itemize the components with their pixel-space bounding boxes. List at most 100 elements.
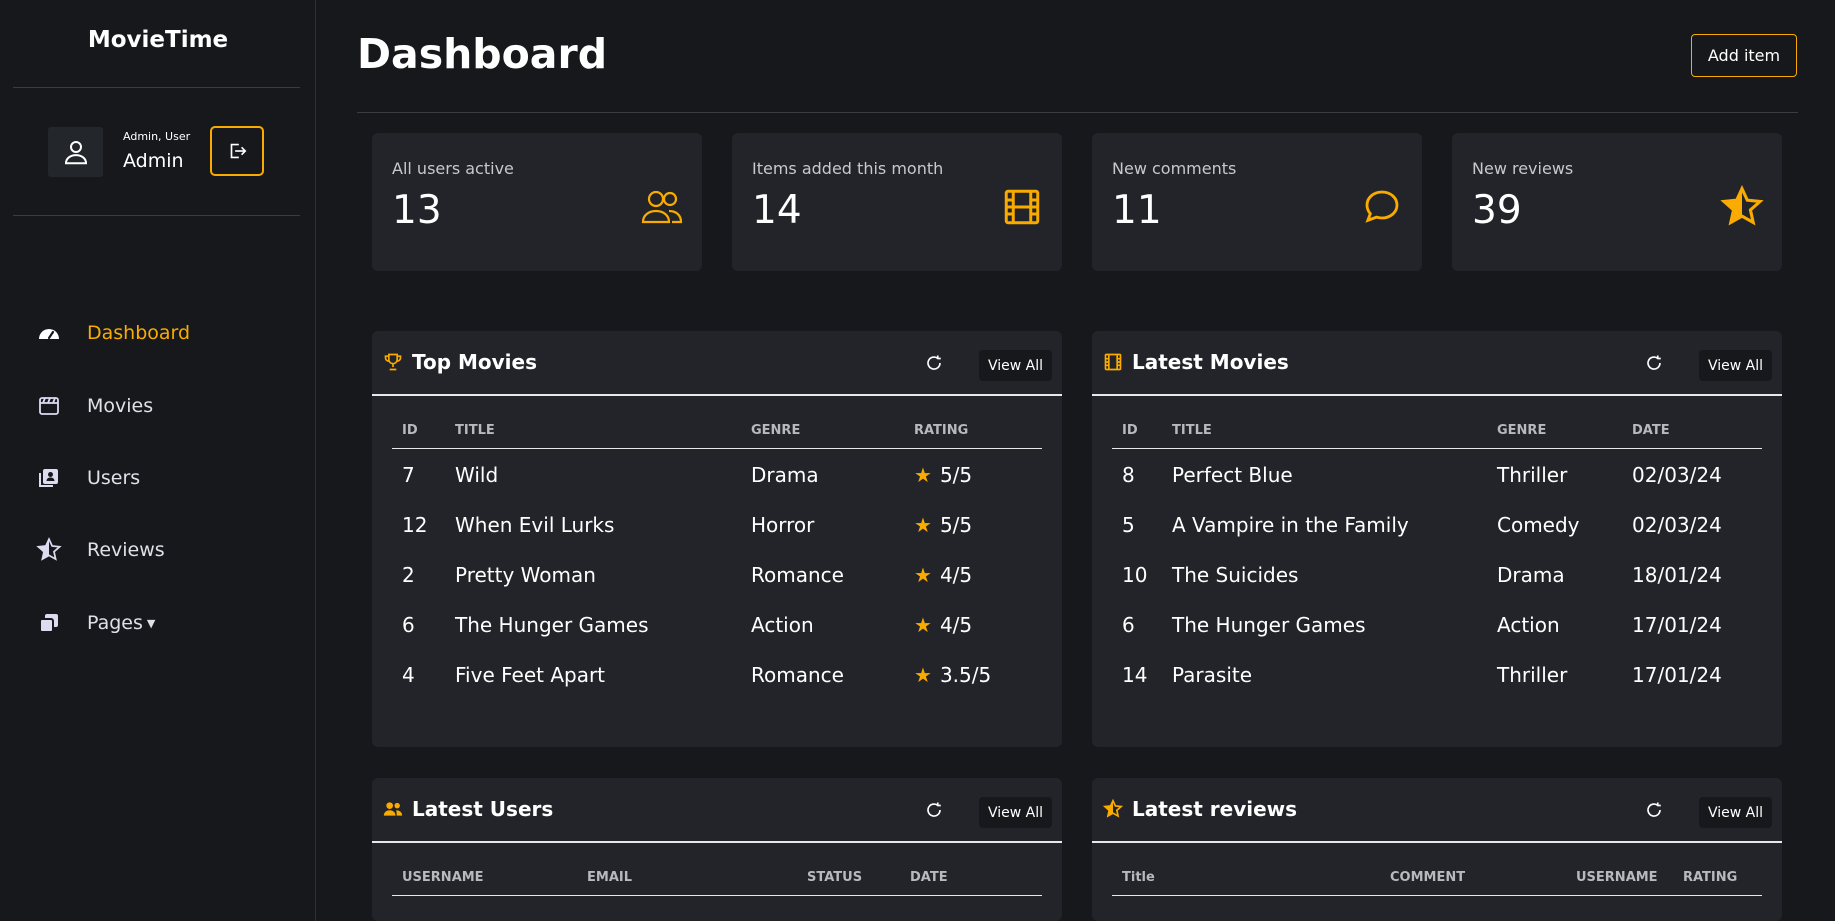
- star-half-icon: [36, 537, 62, 563]
- column-header: GENRE: [1497, 423, 1547, 438]
- table-row[interactable]: 6 The Hunger Games Action 17/01/24: [1112, 601, 1762, 651]
- cell-title: Five Feet Apart: [455, 663, 606, 687]
- table-row[interactable]: 12 When Evil Lurks Horror ★ 5/5: [392, 501, 1042, 551]
- stat-card-comments: New comments 11: [1092, 133, 1422, 271]
- table-header: USERNAME EMAIL STATUS DATE: [392, 860, 1042, 896]
- refresh-icon[interactable]: [1642, 351, 1666, 375]
- cell-date: 17/01/24: [1632, 663, 1722, 687]
- cell-genre: Action: [1497, 613, 1560, 637]
- nav-item-pages[interactable]: Pages ▼: [36, 610, 155, 636]
- latest-users-panel: Latest Users View All USERNAME EMAIL STA…: [372, 778, 1062, 921]
- view-all-button[interactable]: View All: [979, 797, 1052, 828]
- table-row[interactable]: 2 Pretty Woman Romance ★ 4/5: [392, 551, 1042, 601]
- table-row[interactable]: 4 Five Feet Apart Romance ★ 3.5/5: [392, 651, 1042, 701]
- table-row[interactable]: 5 A Vampire in the Family Comedy 02/03/2…: [1112, 501, 1762, 551]
- cell-id: 6: [1122, 613, 1135, 637]
- cell-title: Wild: [455, 463, 499, 487]
- rating-value: 5/5: [939, 513, 973, 537]
- film-icon: [1000, 185, 1044, 229]
- cell-id: 14: [1122, 663, 1148, 687]
- nav-label: Reviews: [87, 539, 165, 561]
- column-header: STATUS: [807, 870, 863, 885]
- cell-genre: Horror: [751, 513, 815, 537]
- cell-id: 12: [402, 513, 428, 537]
- star-icon: ★: [914, 613, 932, 637]
- table-row[interactable]: 7 Wild Drama ★ 5/5: [392, 451, 1042, 501]
- film-clapper-icon: [36, 393, 62, 419]
- stat-label: Items added this month: [752, 159, 944, 178]
- user-icon: [48, 127, 103, 177]
- cell-genre: Drama: [1497, 563, 1565, 587]
- cell-rating: ★ 5/5: [914, 463, 972, 487]
- refresh-icon[interactable]: [1642, 798, 1666, 822]
- rating-value: 4/5: [939, 563, 973, 587]
- cell-id: 2: [402, 563, 415, 587]
- cell-date: 02/03/24: [1632, 463, 1722, 487]
- rating-value: 4/5: [939, 613, 973, 637]
- chevron-down-icon: ▼: [146, 616, 156, 630]
- stat-card-reviews: New reviews 39: [1452, 133, 1782, 271]
- cell-rating: ★ 4/5: [914, 613, 972, 637]
- nav-item-dashboard[interactable]: Dashboard: [36, 320, 190, 346]
- cell-rating: ★ 5/5: [914, 513, 972, 537]
- cell-title: Perfect Blue: [1172, 463, 1293, 487]
- column-header: DATE: [910, 870, 948, 885]
- table-row[interactable]: 6 The Hunger Games Action ★ 4/5: [392, 601, 1042, 651]
- divider: [13, 87, 300, 88]
- cell-title: When Evil Lurks: [455, 513, 615, 537]
- rating-value: 5/5: [939, 463, 973, 487]
- cell-title: The Hunger Games: [455, 613, 649, 637]
- table-header: ID TITLE GENRE DATE: [1112, 413, 1762, 449]
- table-header: Title COMMENT USERNAME RATING: [1112, 860, 1762, 896]
- nav-item-movies[interactable]: Movies: [36, 393, 153, 419]
- star-half-icon: [1720, 185, 1764, 229]
- column-header: DATE: [1632, 423, 1670, 438]
- pages-stack-icon: [36, 610, 62, 636]
- table-row[interactable]: 14 Parasite Thriller 17/01/24: [1112, 651, 1762, 701]
- comment-icon: [1360, 185, 1404, 229]
- panel-header: Latest Users View All: [372, 778, 1062, 843]
- panel-title: Latest Users: [412, 797, 554, 821]
- profile-role: Admin, User: [123, 130, 191, 143]
- refresh-icon[interactable]: [922, 798, 946, 822]
- view-all-button[interactable]: View All: [1699, 797, 1772, 828]
- brand-logo[interactable]: MovieTime: [0, 27, 316, 53]
- stat-label: New reviews: [1472, 159, 1574, 178]
- film-icon: [1102, 351, 1124, 373]
- view-all-button[interactable]: View All: [979, 350, 1052, 381]
- panel-title: Latest Movies: [1132, 350, 1289, 374]
- profile-name: Admin: [123, 150, 184, 172]
- star-icon: ★: [914, 563, 932, 587]
- refresh-icon[interactable]: [922, 351, 946, 375]
- star-icon: ★: [914, 513, 932, 537]
- rating-value: 3.5/5: [939, 663, 992, 687]
- cell-id: 7: [402, 463, 415, 487]
- cell-genre: Comedy: [1497, 513, 1580, 537]
- cell-title: The Suicides: [1172, 563, 1299, 587]
- cell-genre: Drama: [751, 463, 819, 487]
- view-all-button[interactable]: View All: [1699, 350, 1772, 381]
- cell-id: 10: [1122, 563, 1148, 587]
- column-header: ID: [402, 423, 418, 438]
- cell-genre: Thriller: [1497, 463, 1568, 487]
- panel-header: Latest Movies View All: [1092, 331, 1782, 396]
- column-header: COMMENT: [1390, 870, 1466, 885]
- panel-header: Latest reviews View All: [1092, 778, 1782, 843]
- cell-genre: Thriller: [1497, 663, 1568, 687]
- cell-title: Pretty Woman: [455, 563, 596, 587]
- stat-label: New comments: [1112, 159, 1237, 178]
- cell-rating: ★ 4/5: [914, 563, 972, 587]
- nav-label: Pages: [87, 612, 143, 634]
- nav-item-users[interactable]: Users: [36, 465, 140, 491]
- table-row[interactable]: 8 Perfect Blue Thriller 02/03/24: [1112, 451, 1762, 501]
- logout-button[interactable]: [210, 126, 264, 176]
- cell-id: 4: [402, 663, 415, 687]
- stat-value: 13: [392, 188, 442, 233]
- column-header: TITLE: [1172, 423, 1212, 438]
- dashboard-gauge-icon: [36, 320, 62, 346]
- nav-item-reviews[interactable]: Reviews: [36, 537, 165, 563]
- star-icon: ★: [914, 463, 932, 487]
- column-header: RATING: [1683, 870, 1738, 885]
- add-item-button[interactable]: Add item: [1691, 34, 1797, 77]
- table-row[interactable]: 10 The Suicides Drama 18/01/24: [1112, 551, 1762, 601]
